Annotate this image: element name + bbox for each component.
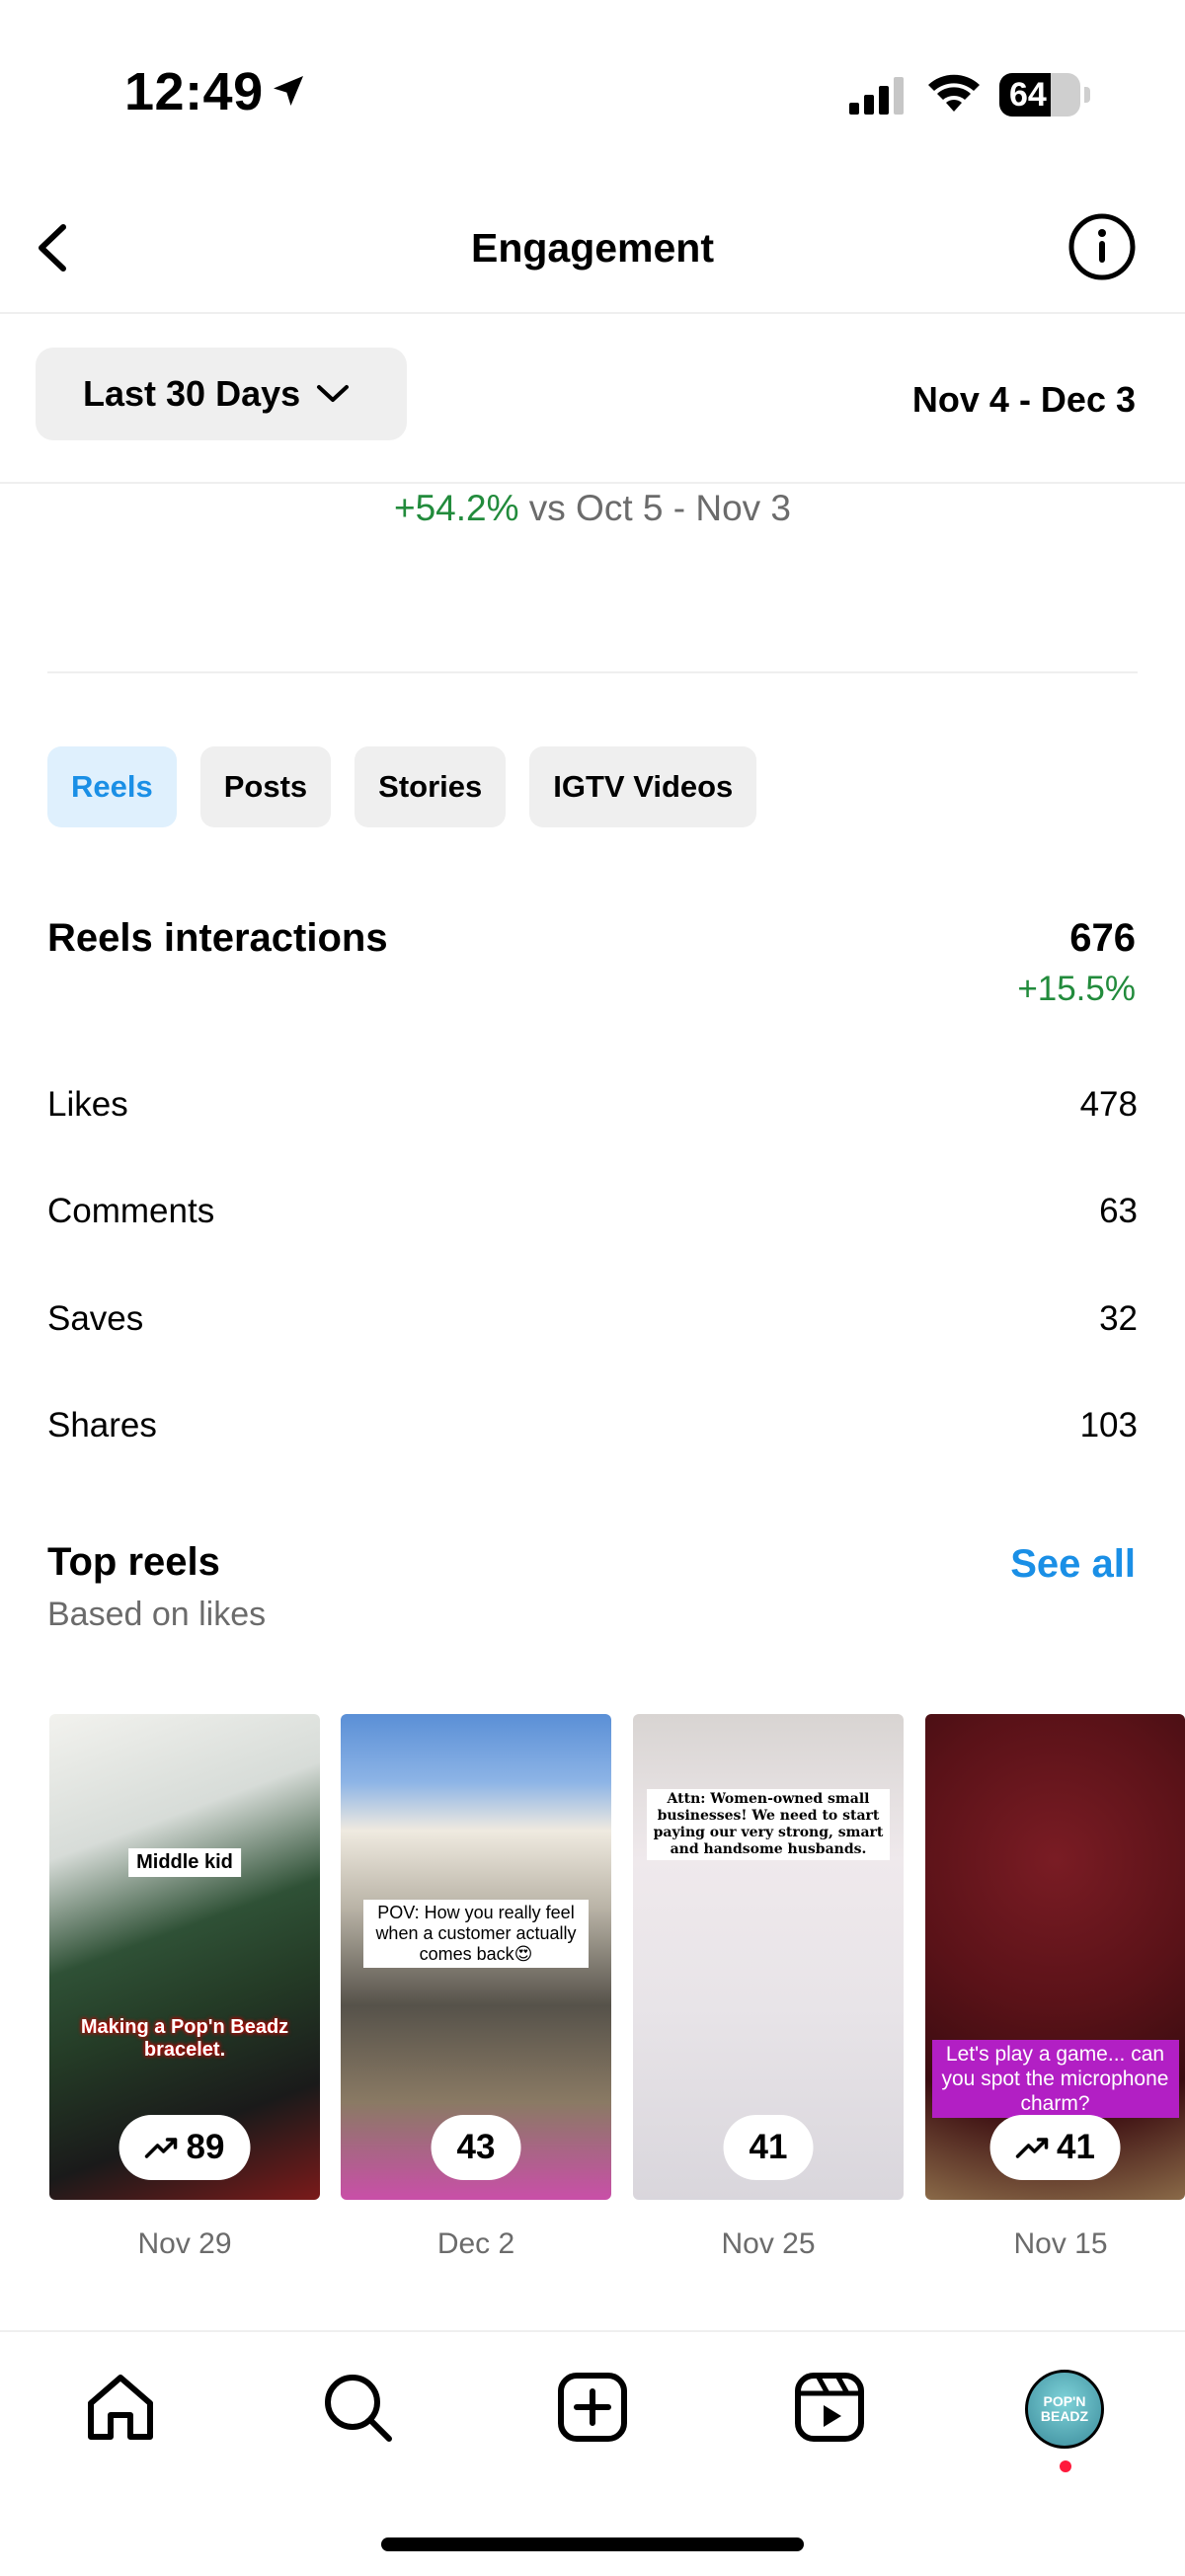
metric-label: Comments [47, 1192, 215, 1230]
metric-row-saves: Saves 32 [47, 1289, 1138, 1349]
reel-date: Nov 29 [137, 2227, 232, 2260]
reel-like-count: 43 [431, 2115, 521, 2180]
metric-value: 32 [1099, 1299, 1138, 1338]
avatar-logo-text: POP'N BEADZ [1040, 2393, 1089, 2424]
search-icon[interactable] [318, 2368, 397, 2447]
home-icon[interactable] [81, 2368, 160, 2447]
reel-date: Nov 15 [1013, 2227, 1108, 2260]
reel-thumbnail[interactable]: Let's play a game... can you spot the mi… [925, 1714, 1185, 2200]
reel-count-value: 41 [749, 2128, 788, 2166]
date-range-label: Last 30 Days [83, 373, 301, 414]
interactions-change: +15.5% [1017, 970, 1136, 1008]
metric-label: Saves [47, 1299, 144, 1338]
tab-igtv-videos[interactable]: IGTV Videos [529, 746, 757, 827]
reel-thumbnail[interactable]: Middle kid Making a Pop'n Beadz bracelet… [49, 1714, 320, 2200]
interactions-title: Reels interactions [47, 916, 388, 960]
date-range-text: Nov 4 - Dec 3 [911, 379, 1136, 420]
info-icon[interactable] [1066, 211, 1138, 282]
profile-avatar[interactable]: POP'N BEADZ [1025, 2370, 1104, 2449]
battery-percent: 64 [1009, 76, 1047, 114]
reel-caption: Middle kid [128, 1848, 241, 1877]
interactions-total: 676 [1069, 916, 1136, 960]
reel-caption: POV: How you really feel when a customer… [363, 1900, 589, 1968]
see-all-link[interactable]: See all [1010, 1542, 1136, 1587]
reel-count-value: 41 [1057, 2128, 1095, 2166]
reel-caption: Attn: Women-owned small businesses! We n… [647, 1789, 890, 1860]
metric-value: 63 [1099, 1192, 1138, 1230]
reel-date: Nov 25 [721, 2227, 816, 2260]
location-arrow-icon [274, 76, 303, 106]
content-type-tabs: Reels Posts Stories IGTV Videos [47, 746, 757, 827]
comparison-text: +54.2% vs Oct 5 - Nov 3 [0, 488, 1185, 529]
create-post-icon[interactable] [553, 2368, 632, 2447]
reel-count-value: 89 [186, 2128, 225, 2166]
reel-count-value: 43 [456, 2128, 496, 2166]
home-indicator [381, 2537, 804, 2551]
reel-like-count: 41 [723, 2115, 814, 2180]
page-title: Engagement [470, 225, 715, 271]
divider [47, 671, 1138, 673]
date-filter-row: Last 30 Days Nov 4 - Dec 3 [0, 314, 1185, 484]
trending-up-icon [144, 2138, 178, 2158]
top-reels-subtitle: Based on likes [47, 1596, 267, 1633]
status-time: 12:49 [124, 62, 264, 121]
metric-row-shares: Shares 103 [47, 1396, 1138, 1455]
reels-icon[interactable] [790, 2368, 869, 2447]
metric-label: Shares [47, 1406, 157, 1444]
comparison-period: vs Oct 5 - Nov 3 [528, 488, 792, 528]
date-range-dropdown[interactable]: Last 30 Days [36, 348, 407, 440]
tab-posts[interactable]: Posts [199, 746, 332, 827]
reel-caption: Let's play a game... can you spot the mi… [931, 2040, 1179, 2118]
trending-up-icon [1015, 2138, 1048, 2158]
notification-dot [1060, 2460, 1071, 2472]
chevron-down-icon [317, 385, 350, 402]
battery-indicator: 64 [999, 73, 1080, 117]
cellular-signal-icon [849, 77, 904, 115]
nav-header: Engagement [0, 188, 1185, 314]
reel-caption: Making a Pop'n Beadz bracelet. [80, 2016, 289, 2061]
comparison-change: +54.2% [393, 488, 519, 528]
status-bar: 12:49 64 [0, 0, 1185, 188]
tab-stories[interactable]: Stories [355, 746, 507, 827]
top-reels-title: Top reels [47, 1540, 220, 1584]
reel-like-count: 41 [989, 2115, 1121, 2180]
metric-value: 478 [1079, 1085, 1138, 1124]
metric-label: Likes [47, 1085, 128, 1124]
reel-date: Dec 2 [436, 2227, 515, 2260]
reel-thumbnail[interactable]: Attn: Women-owned small businesses! We n… [633, 1714, 904, 2200]
tab-reels[interactable]: Reels [47, 746, 177, 827]
metric-row-comments: Comments 63 [47, 1182, 1138, 1241]
metric-value: 103 [1079, 1406, 1138, 1444]
battery-cap [1084, 87, 1090, 103]
wifi-icon [928, 74, 980, 112]
reel-thumbnail[interactable]: POV: How you really feel when a customer… [341, 1714, 611, 2200]
reel-like-count: 89 [118, 2115, 251, 2180]
metric-row-likes: Likes 478 [47, 1075, 1138, 1134]
